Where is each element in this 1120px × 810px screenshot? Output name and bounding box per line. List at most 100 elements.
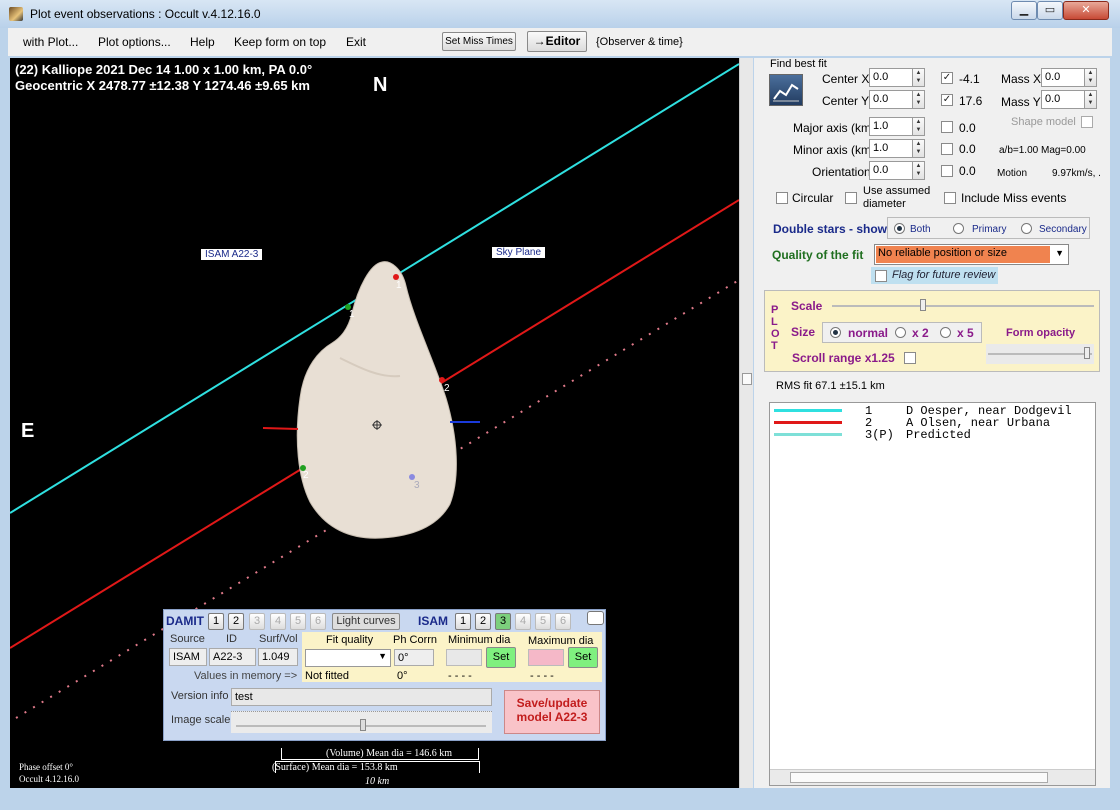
max-dia-set-button[interactable]: Set	[568, 647, 598, 668]
center-x-spinner[interactable]: ▲ ▼	[912, 68, 925, 87]
maximize-button[interactable]: ▭	[1037, 1, 1063, 20]
circular-label: Circular	[792, 191, 834, 205]
mass-x-spinner[interactable]: ▲ ▼	[1084, 68, 1097, 87]
size-x5-radio[interactable]	[940, 327, 951, 338]
circular-checkbox[interactable]	[776, 192, 788, 204]
mass-x-label: Mass X	[1001, 72, 1042, 86]
mass-y-label: Mass Y	[1001, 95, 1041, 109]
max-dia-memory: - - - -	[530, 670, 554, 682]
surf-vol-value: 1.049	[258, 648, 298, 666]
use-assumed-diameter-checkbox[interactable]	[845, 192, 857, 204]
light-curves-button[interactable]: Light curves	[332, 613, 400, 630]
size-label: Size	[791, 325, 816, 339]
scale-slider-thumb[interactable]	[920, 299, 926, 311]
plot-letter: P	[771, 304, 779, 316]
min-dia-label: Minimum dia	[448, 634, 511, 646]
isam-model-3-button[interactable]: 3	[495, 613, 511, 630]
menu-exit[interactable]: Exit	[346, 35, 366, 49]
damit-model-5-button[interactable]: 5	[290, 613, 306, 630]
menu-plot-options[interactable]: Plot options...	[98, 35, 171, 49]
center-y-checkbox[interactable]: ✓	[941, 94, 953, 106]
size-normal-radio[interactable]	[830, 327, 841, 338]
major-axis-checkbox[interactable]	[941, 121, 953, 133]
max-dia-field[interactable]	[528, 649, 564, 666]
chord-label: 2	[303, 470, 309, 481]
damit-model-6-button[interactable]: 6	[310, 613, 326, 630]
double-stars-both-radio[interactable]	[894, 223, 905, 234]
north-label: N	[373, 74, 388, 96]
center-x-checkbox[interactable]: ✓	[941, 72, 953, 84]
damit-model-4-button[interactable]: 4	[270, 613, 286, 630]
mass-x-input[interactable]: 0.0	[1041, 68, 1085, 87]
legend-scrollbar-thumb[interactable]	[790, 772, 1048, 783]
menu-keep-form-on-top[interactable]: Keep form on top	[234, 35, 326, 49]
motion-label: Motion	[997, 168, 1028, 179]
plot-vertical-scrollbar[interactable]	[739, 58, 753, 788]
isam-model-2-button[interactable]: 2	[475, 613, 491, 630]
damit-model-3-button[interactable]: 3	[249, 613, 265, 630]
include-miss-events-checkbox[interactable]	[944, 192, 956, 204]
flag-review-checkbox[interactable]	[875, 270, 887, 282]
quality-of-fit-dropdown[interactable]: No reliable position or size ▼	[874, 244, 1069, 265]
center-y-input[interactable]: 0.0	[869, 90, 913, 109]
major-axis-spinner[interactable]: ▲ ▼	[912, 117, 925, 136]
center-x-input[interactable]: 0.0	[869, 68, 913, 87]
find-best-fit-button[interactable]	[769, 74, 803, 106]
legend-horizontal-scrollbar[interactable]	[770, 769, 1095, 785]
menu-help[interactable]: Help	[190, 35, 215, 49]
center-y-result: 17.6	[959, 94, 983, 108]
observer-legend-list[interactable]: 1 D Oesper, near Dodgevil 2 A Olsen, nea…	[769, 402, 1096, 786]
size-x2-radio[interactable]	[895, 327, 906, 338]
isam-title: ISAM	[418, 614, 448, 628]
min-dia-set-button[interactable]: Set	[486, 647, 516, 668]
isam-model-4-button[interactable]: 4	[515, 613, 531, 630]
fit-control-panel: Find best fit Center X 0.0 ▲ ▼ ✓ -4.1 Mas…	[754, 58, 1110, 788]
editor-button[interactable]: →Editor	[527, 31, 587, 52]
flag-review-label: Flag for future review	[892, 269, 996, 281]
image-scale-slider[interactable]	[231, 711, 492, 733]
fit-quality-dropdown[interactable]: ▼	[305, 649, 391, 667]
occult-version-label: Occult 4.12.16.0	[19, 774, 79, 784]
scrollbar-thumb[interactable]	[742, 373, 752, 385]
orientation-input[interactable]: 0.0	[869, 161, 913, 180]
ph-corrn-value[interactable]: 0°	[394, 649, 434, 666]
isam-model-1-button[interactable]: 1	[455, 613, 471, 630]
close-button[interactable]: ✕	[1063, 1, 1109, 20]
double-stars-secondary-radio[interactable]	[1021, 223, 1032, 234]
size-normal-label: normal	[848, 326, 889, 340]
damit-model-2-button[interactable]: 2	[228, 613, 244, 630]
orientation-spinner[interactable]: ▲ ▼	[912, 161, 925, 180]
find-best-fit-label: Find best fit	[770, 58, 827, 70]
minor-axis-input[interactable]: 1.0	[869, 139, 913, 158]
minor-axis-spinner[interactable]: ▲ ▼	[912, 139, 925, 158]
minimize-button[interactable]: ▁	[1011, 1, 1037, 20]
set-miss-times-button[interactable]: Set Miss Times	[442, 32, 516, 51]
title-bar: Plot event observations : Occult v.4.12.…	[0, 0, 1120, 28]
isam-model-6-button[interactable]: 6	[555, 613, 571, 630]
slider-thumb[interactable]	[360, 719, 366, 731]
mass-y-spinner[interactable]: ▲ ▼	[1084, 90, 1097, 109]
id-value: A22-3	[209, 648, 256, 666]
opacity-slider-thumb[interactable]	[1084, 347, 1090, 359]
min-dia-field[interactable]	[446, 649, 482, 666]
chord-label: 1	[396, 280, 402, 291]
isam-model-5-button[interactable]: 5	[535, 613, 551, 630]
center-y-spinner[interactable]: ▲ ▼	[912, 90, 925, 109]
version-info-field[interactable]: test	[231, 688, 492, 706]
minor-axis-checkbox[interactable]	[941, 143, 953, 155]
menu-with-plot[interactable]: with Plot...	[23, 35, 78, 49]
shape-model-checkbox[interactable]	[1081, 116, 1093, 128]
major-axis-input[interactable]: 1.0	[869, 117, 913, 136]
miss-tick-red	[262, 427, 299, 430]
plot-letter: T	[771, 340, 778, 352]
double-stars-primary-radio[interactable]	[953, 223, 964, 234]
rms-fit-label: RMS fit 67.1 ±15.1 km	[776, 380, 885, 392]
scale-slider[interactable]	[832, 298, 1094, 314]
collapse-panel-button[interactable]	[587, 611, 604, 625]
save-update-model-button[interactable]: Save/update model A22-3	[504, 690, 600, 734]
scroll-range-checkbox[interactable]	[904, 352, 916, 364]
form-opacity-slider[interactable]	[986, 344, 1094, 364]
damit-model-1-button[interactable]: 1	[208, 613, 224, 630]
orientation-checkbox[interactable]	[941, 165, 953, 177]
mass-y-input[interactable]: 0.0	[1041, 90, 1085, 109]
